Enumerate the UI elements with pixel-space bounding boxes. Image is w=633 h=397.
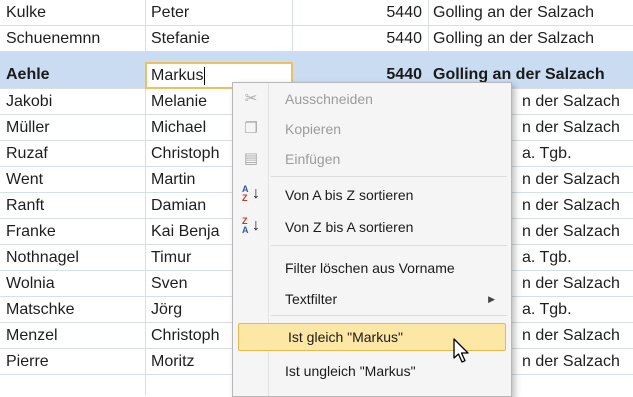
menu-item-text-filter[interactable]: Textfilter ▶ [235, 285, 507, 313]
cell-vorname[interactable]: Stefanie [151, 26, 291, 52]
cell-nachname[interactable]: Jakobi [6, 89, 143, 115]
cell-plz[interactable]: 5440 [378, 0, 426, 26]
cell-ort[interactable]: n der Salzach [520, 89, 633, 115]
cell-ort[interactable]: n der Salzach [520, 271, 633, 297]
cell-plz[interactable]: 5440 [378, 26, 426, 52]
menu-item-label: Filter löschen aus Vorname [285, 260, 455, 276]
menu-item-label: Ausschneiden [285, 91, 373, 107]
cell-ort[interactable]: n der Salzach [520, 219, 633, 245]
menu-item-label: Textfilter [285, 291, 338, 307]
cell-nachname[interactable]: Schuenemnn [6, 26, 143, 52]
menu-item-label: Kopieren [285, 121, 342, 137]
menu-separator [271, 176, 507, 177]
mouse-pointer-icon [453, 338, 469, 363]
cell-ort[interactable]: Golling an der Salzach [431, 0, 633, 26]
menu-item-cut[interactable]: ✂ Ausschneiden [235, 85, 507, 113]
cell-nachname[interactable]: Wolnia [6, 271, 143, 297]
cell-nachname[interactable]: Aehle [6, 62, 143, 88]
sort-z-a-icon: Z A ↓ [242, 216, 260, 235]
menu-item-copy[interactable]: ❐ Kopieren [235, 115, 507, 143]
cell-nachname[interactable]: Franke [6, 219, 143, 245]
menu-item-sort-ascending[interactable]: A Z ↓ Von A bis Z sortieren [235, 181, 507, 209]
cell-editor-value: Markus [151, 67, 204, 84]
cell-ort[interactable]: a. Tgb. [520, 141, 633, 167]
menu-item-label: Von Z bis A sortieren [285, 219, 414, 235]
cell-nachname[interactable]: Pierre [6, 349, 143, 375]
text-caret [204, 66, 206, 85]
cell-ort[interactable]: n der Salzach [520, 323, 633, 349]
scissors-icon: ✂ [244, 90, 258, 107]
copy-icon: ❐ [244, 120, 258, 137]
menu-item-label: Von A bis Z sortieren [285, 187, 414, 203]
cell-ort[interactable]: n der Salzach [520, 115, 633, 141]
sort-a-z-icon: A Z ↓ [242, 184, 260, 203]
table-row[interactable]: Schuenemnn Stefanie 5440 Golling an der … [0, 26, 633, 52]
cell-nachname[interactable]: Went [6, 167, 143, 193]
cell-vorname[interactable]: Peter [151, 0, 291, 26]
menu-item-paste[interactable]: ▤ Einfügen [235, 145, 507, 173]
cell-ort[interactable]: a. Tgb. [520, 297, 633, 323]
cell-ort[interactable]: n der Salzach [520, 167, 633, 193]
menu-separator [271, 245, 507, 246]
menu-item-label: Ist gleich "Markus" [288, 329, 403, 345]
menu-item-sort-descending[interactable]: Z A ↓ Von Z bis A sortieren [235, 213, 507, 241]
menu-item-clear-filter[interactable]: Filter löschen aus Vorname [235, 254, 507, 282]
menu-item-label: Ist ungleich "Markus" [285, 363, 416, 379]
cell-nachname[interactable]: Nothnagel [6, 245, 143, 271]
cell-nachname[interactable]: Ruzaf [6, 141, 143, 167]
cell-nachname[interactable]: Menzel [6, 323, 143, 349]
menu-item-label: Einfügen [285, 151, 341, 167]
cell-nachname[interactable]: Kulke [6, 0, 143, 26]
table-row[interactable]: Kulke Peter 5440 Golling an der Salzach [0, 0, 633, 26]
chevron-right-icon: ▶ [488, 294, 495, 304]
cell-nachname[interactable]: Müller [6, 115, 143, 141]
cell-nachname[interactable]: Ranft [6, 193, 143, 219]
paste-icon: ▤ [243, 150, 259, 167]
cell-ort[interactable]: Golling an der Salzach [431, 26, 633, 52]
menu-separator [271, 315, 507, 316]
cell-nachname[interactable]: Matschke [6, 297, 143, 323]
cell-ort[interactable]: n der Salzach [520, 193, 633, 219]
cell-ort[interactable]: n der Salzach [520, 349, 633, 375]
cell-ort[interactable]: a. Tgb. [520, 245, 633, 271]
